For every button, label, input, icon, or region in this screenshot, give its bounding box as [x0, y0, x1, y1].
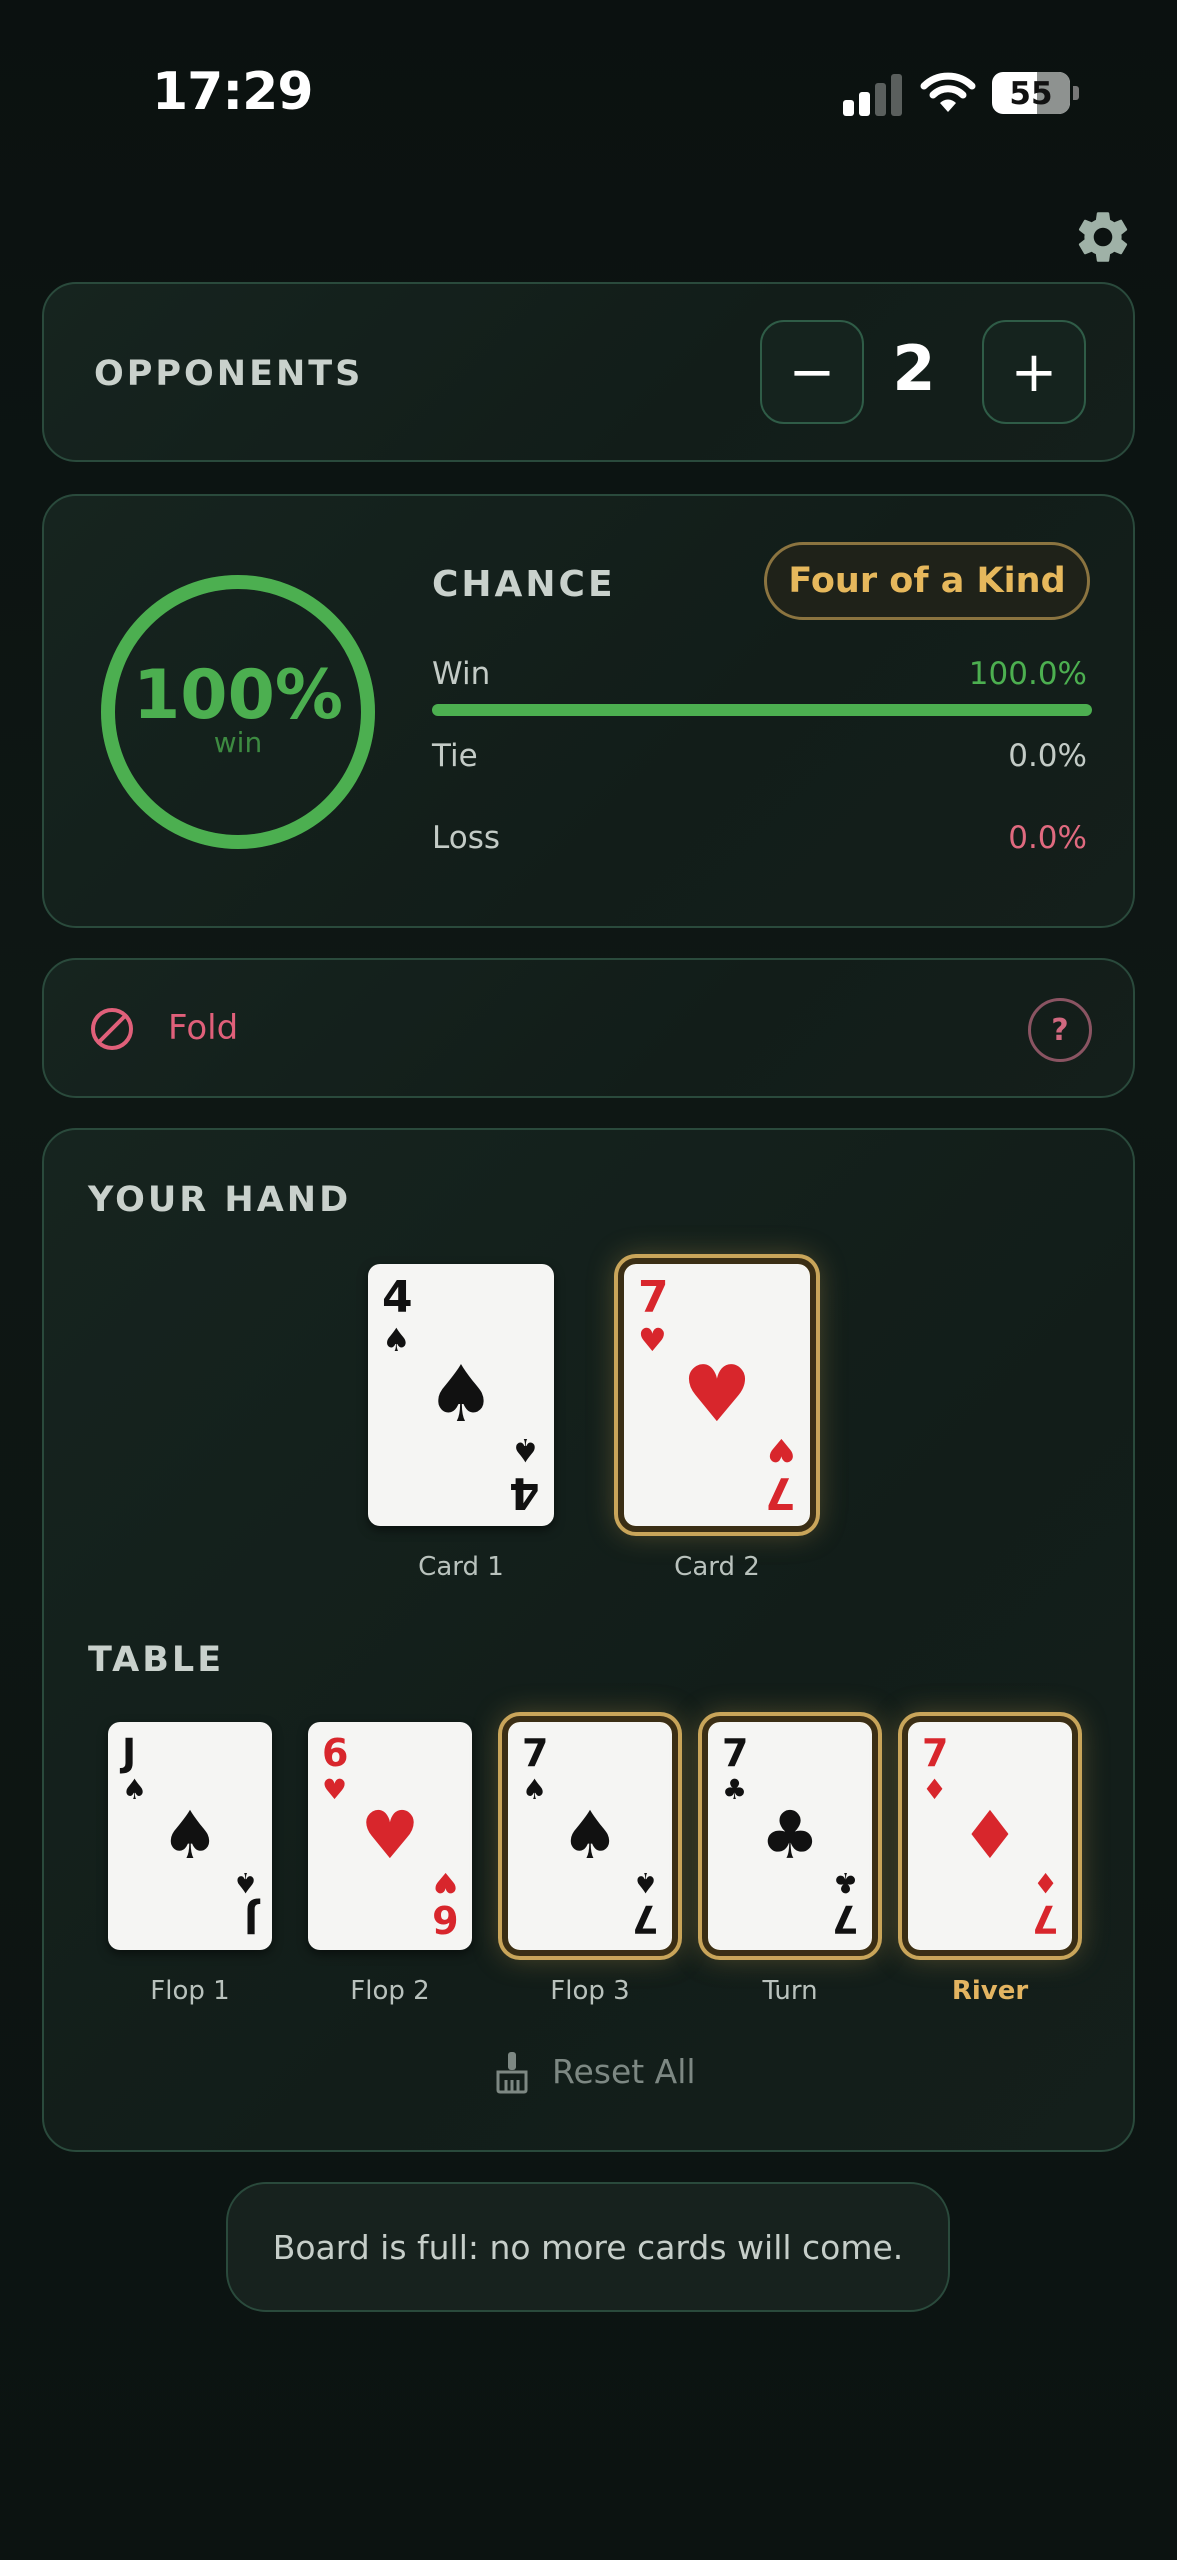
app-screen: 17:29 55 OPPONENTS − 2 + 100% win CHANCE…	[0, 0, 1177, 2560]
table-card-caption: Flop 1	[150, 1976, 230, 2006]
advice-panel[interactable]: Fold ?	[42, 958, 1135, 1098]
table-card-caption: Turn	[762, 1976, 818, 2006]
reset-all-button[interactable]: Reset All	[492, 2048, 712, 2098]
card-suit-center: ♠	[426, 1350, 496, 1440]
table-card-2[interactable]: 6 ♥ ♥ ♥ 6	[308, 1722, 472, 1950]
card-rank: 6	[322, 1731, 349, 1775]
hand-card-1[interactable]: 4 ♠ ♠ ♠ 4	[368, 1264, 554, 1526]
card-suit-center: ♦	[960, 1797, 1020, 1874]
hand-card-caption: Card 2	[674, 1552, 760, 1582]
card-rank: 7	[631, 1897, 658, 1941]
reset-all-label: Reset All	[552, 2052, 696, 2091]
win-value: 100.0%	[968, 656, 1087, 692]
battery-icon: 55	[992, 72, 1070, 114]
plus-icon: +	[1010, 339, 1058, 405]
table-card-5[interactable]: 7 ♦ ♦ ♦ 7	[902, 1716, 1078, 1956]
help-icon: ?	[1051, 1012, 1069, 1048]
your-hand-title: YOUR HAND	[88, 1180, 352, 1220]
minus-icon: −	[788, 339, 836, 405]
wifi-icon	[920, 72, 976, 112]
hand-card-2[interactable]: 7 ♥ ♥ ♥ 7	[618, 1258, 816, 1532]
win-bar	[432, 704, 1092, 716]
card-suit-small: ♠	[511, 1431, 540, 1469]
card-rank: 7	[638, 1272, 669, 1323]
opponents-label: OPPONENTS	[94, 354, 364, 394]
chance-panel: 100% win CHANCE Four of a Kind Win 100.0…	[42, 494, 1135, 928]
card-rank: 7	[831, 1897, 858, 1941]
table-card-3[interactable]: 7 ♠ ♠ ♠ 7	[502, 1716, 678, 1956]
card-suit-center: ♣	[760, 1797, 820, 1874]
card-suit-small: ♥	[432, 1866, 458, 1899]
card-suit-center: ♠	[560, 1797, 620, 1874]
table-title: TABLE	[88, 1640, 225, 1680]
loss-value: 0.0%	[1008, 820, 1087, 856]
opponents-panel: OPPONENTS − 2 +	[42, 282, 1135, 462]
battery-level: 55	[1009, 76, 1053, 112]
card-rank: 6	[431, 1897, 458, 1941]
card-suit-small: ♣	[722, 1773, 748, 1806]
card-rank: 7	[922, 1731, 949, 1775]
card-rank: 7	[1031, 1897, 1058, 1941]
table-card-caption: Flop 3	[550, 1976, 630, 2006]
cards-panel: YOUR HAND 4 ♠ ♠ ♠ 4 Card 1 7 ♥ ♥ ♥ 7 Card 2 TABLE J…	[42, 1128, 1135, 2152]
card-suit-small: ♥	[767, 1431, 796, 1469]
board-status-message: Board is full: no more cards will come.	[272, 2227, 904, 2267]
card-rank: 7	[722, 1731, 749, 1775]
table-card-caption: River	[951, 1976, 1029, 2006]
table-card-1[interactable]: J ♠ ♠ ♠ J	[108, 1722, 272, 1950]
help-button[interactable]: ?	[1028, 998, 1092, 1062]
card-suit-small: ♠	[122, 1773, 148, 1806]
card-suit-small: ♣	[832, 1866, 858, 1899]
chance-title: CHANCE	[432, 564, 616, 605]
card-suit-small: ♥	[638, 1321, 667, 1359]
card-suit-center: ♥	[360, 1797, 420, 1874]
card-suit-small: ♠	[522, 1773, 548, 1806]
loss-label: Loss	[432, 820, 500, 856]
card-rank: J	[243, 1897, 258, 1941]
tie-value: 0.0%	[1008, 738, 1087, 774]
card-suit-small: ♠	[632, 1866, 658, 1899]
card-suit-small: ♠	[382, 1321, 411, 1359]
win-percentage: 100%	[132, 656, 344, 735]
signal-icon	[843, 72, 903, 116]
card-suit-small: ♦	[1032, 1866, 1058, 1899]
status-time: 17:29	[152, 62, 314, 122]
gear-icon[interactable]	[1072, 206, 1134, 268]
table-card-4[interactable]: 7 ♣ ♣ ♣ 7	[702, 1716, 878, 1956]
card-rank: 7	[765, 1467, 796, 1518]
decrease-opponents-button[interactable]: −	[760, 320, 864, 424]
card-rank: 4	[509, 1467, 540, 1518]
card-suit-small: ♥	[322, 1773, 348, 1806]
board-status-toast: Board is full: no more cards will come.	[226, 2182, 950, 2312]
card-rank: 7	[522, 1731, 549, 1775]
card-rank: J	[122, 1731, 137, 1775]
opponents-count: 2	[892, 332, 936, 405]
tie-label: Tie	[432, 738, 478, 774]
table-card-caption: Flop 2	[350, 1976, 430, 2006]
card-suit-center: ♠	[160, 1797, 220, 1874]
battery-tip	[1073, 86, 1079, 100]
hand-rank-badge: Four of a Kind	[764, 542, 1090, 620]
increase-opponents-button[interactable]: +	[982, 320, 1086, 424]
advice-label: Fold	[168, 1008, 239, 1048]
win-label: Win	[432, 656, 491, 692]
win-caption: win	[213, 726, 263, 759]
hand-card-caption: Card 1	[418, 1552, 504, 1582]
card-suit-center: ♥	[682, 1350, 752, 1440]
broom-icon	[496, 2052, 528, 2094]
prohibit-icon	[91, 1008, 133, 1050]
card-rank: 4	[382, 1272, 413, 1323]
card-suit-small: ♦	[922, 1773, 948, 1806]
card-suit-small: ♠	[232, 1866, 258, 1899]
